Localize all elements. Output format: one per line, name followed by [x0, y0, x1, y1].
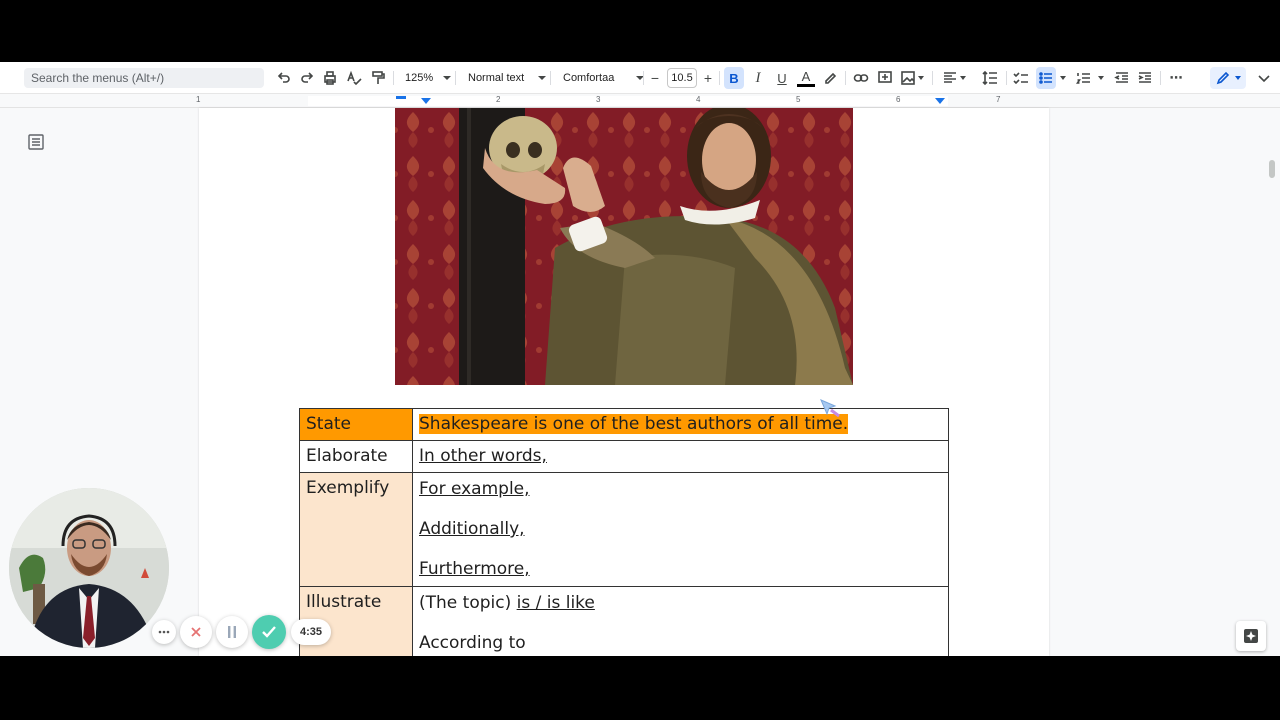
- redo-icon[interactable]: [299, 67, 315, 89]
- table-row: Exemplify For example, Additionally, Fur…: [299, 472, 949, 587]
- font-select[interactable]: Comfortaa: [563, 67, 645, 89]
- document-outline-icon[interactable]: [27, 133, 45, 156]
- more-options-button[interactable]: [152, 620, 176, 644]
- table-row: State Shakespeare is one of the best aut…: [299, 408, 949, 441]
- add-comment-icon[interactable]: [877, 67, 893, 89]
- row-label-exemplify[interactable]: Exemplify: [299, 472, 413, 587]
- spellcheck-icon[interactable]: [346, 67, 362, 89]
- line-spacing-icon[interactable]: [982, 67, 998, 89]
- decrease-indent-icon[interactable]: [1114, 67, 1130, 89]
- style-select[interactable]: Normal text: [468, 67, 547, 89]
- bulleted-list-menu-icon[interactable]: [1058, 67, 1068, 89]
- ruler-number: 7: [996, 95, 1001, 104]
- ruler-number: 2: [496, 95, 501, 104]
- insert-link-icon[interactable]: [853, 67, 869, 89]
- decrease-font-size-button[interactable]: −: [649, 67, 661, 89]
- row-content-exemplify[interactable]: For example, Additionally, Furthermore,: [412, 472, 949, 587]
- collapse-toolbar-icon[interactable]: [1256, 67, 1272, 89]
- row-content-elaborate[interactable]: In other words,: [412, 440, 949, 473]
- bulleted-list-icon[interactable]: [1036, 67, 1056, 89]
- bold-button[interactable]: B: [724, 67, 744, 89]
- phrase-text: Additionally,: [419, 519, 525, 539]
- numbered-list-icon[interactable]: [1076, 67, 1092, 89]
- left-indent-marker[interactable]: [421, 98, 431, 104]
- ruler-number: 1: [196, 95, 201, 104]
- toolbar: Search the menus (Alt+/) 125% Normal tex…: [0, 62, 1280, 94]
- numbered-list-menu-icon[interactable]: [1096, 67, 1106, 89]
- cursor-icon: [820, 399, 840, 418]
- undo-icon[interactable]: [276, 67, 292, 89]
- right-indent-marker[interactable]: [935, 98, 945, 104]
- row-content-state[interactable]: Shakespeare is one of the best authors o…: [412, 408, 949, 441]
- close-icon: [191, 627, 201, 637]
- shakespeare-photo[interactable]: [395, 108, 853, 385]
- increase-font-size-button[interactable]: +: [702, 67, 714, 89]
- align-left-icon[interactable]: [942, 67, 966, 89]
- check-icon: [262, 626, 276, 638]
- more-options-icon[interactable]: ⋯: [1167, 67, 1185, 89]
- phrase-text: is / is like: [516, 593, 595, 613]
- first-line-indent-marker[interactable]: [396, 96, 406, 99]
- document-page[interactable]: State Shakespeare is one of the best aut…: [199, 108, 1049, 656]
- text-color-button[interactable]: A: [797, 67, 815, 89]
- table-row: Illustrate (The topic) is / is like Acco…: [299, 586, 949, 656]
- ruler-number: 3: [596, 95, 601, 104]
- webcam-bubble[interactable]: [9, 488, 169, 648]
- vertical-scrollbar[interactable]: [1269, 160, 1275, 178]
- writing-structure-table[interactable]: State Shakespeare is one of the best aut…: [299, 408, 949, 656]
- pause-icon: [228, 626, 236, 638]
- increase-indent-icon[interactable]: [1137, 67, 1153, 89]
- ruler-number: 5: [796, 95, 801, 104]
- ruler[interactable]: 1 1 2 3 4 5 6 7: [0, 94, 1280, 108]
- cancel-recording-button[interactable]: [180, 616, 212, 648]
- zoom-select[interactable]: 125%: [405, 67, 452, 89]
- finish-recording-button[interactable]: [252, 615, 286, 649]
- ruler-number: 4: [696, 95, 701, 104]
- checklist-icon[interactable]: [1013, 67, 1029, 89]
- search-menus-input[interactable]: Search the menus (Alt+/): [24, 68, 264, 88]
- phrase-text: In other words,: [419, 446, 547, 466]
- pause-recording-button[interactable]: [216, 616, 248, 648]
- print-icon[interactable]: [322, 67, 338, 89]
- highlight-color-icon[interactable]: [822, 67, 838, 89]
- font-size-input[interactable]: 10.5: [667, 68, 697, 88]
- editing-mode-icon[interactable]: [1210, 67, 1246, 89]
- italic-button[interactable]: I: [750, 67, 766, 89]
- table-row: Elaborate In other words,: [299, 440, 949, 473]
- docs-window: Search the menus (Alt+/) 125% Normal tex…: [0, 62, 1280, 656]
- phrase-text: Furthermore,: [419, 559, 530, 579]
- highlighted-sentence: Shakespeare is one of the best authors o…: [419, 414, 849, 434]
- row-content-illustrate[interactable]: (The topic) is / is like According to: [412, 586, 949, 656]
- dots-icon: [158, 630, 170, 634]
- phrase-text: (The topic): [419, 593, 517, 613]
- row-label-state[interactable]: State: [299, 408, 413, 441]
- explore-button[interactable]: [1236, 621, 1266, 651]
- paint-format-icon[interactable]: [370, 67, 386, 89]
- row-label-elaborate[interactable]: Elaborate: [299, 440, 413, 473]
- phrase-text: For example,: [419, 479, 530, 499]
- recording-timer: 4:35: [291, 619, 331, 645]
- phrase-text: According to: [419, 633, 526, 653]
- ruler-number: 6: [896, 95, 901, 104]
- explore-icon: [1244, 629, 1258, 643]
- underline-button[interactable]: U: [774, 67, 790, 89]
- insert-image-icon[interactable]: [900, 67, 924, 89]
